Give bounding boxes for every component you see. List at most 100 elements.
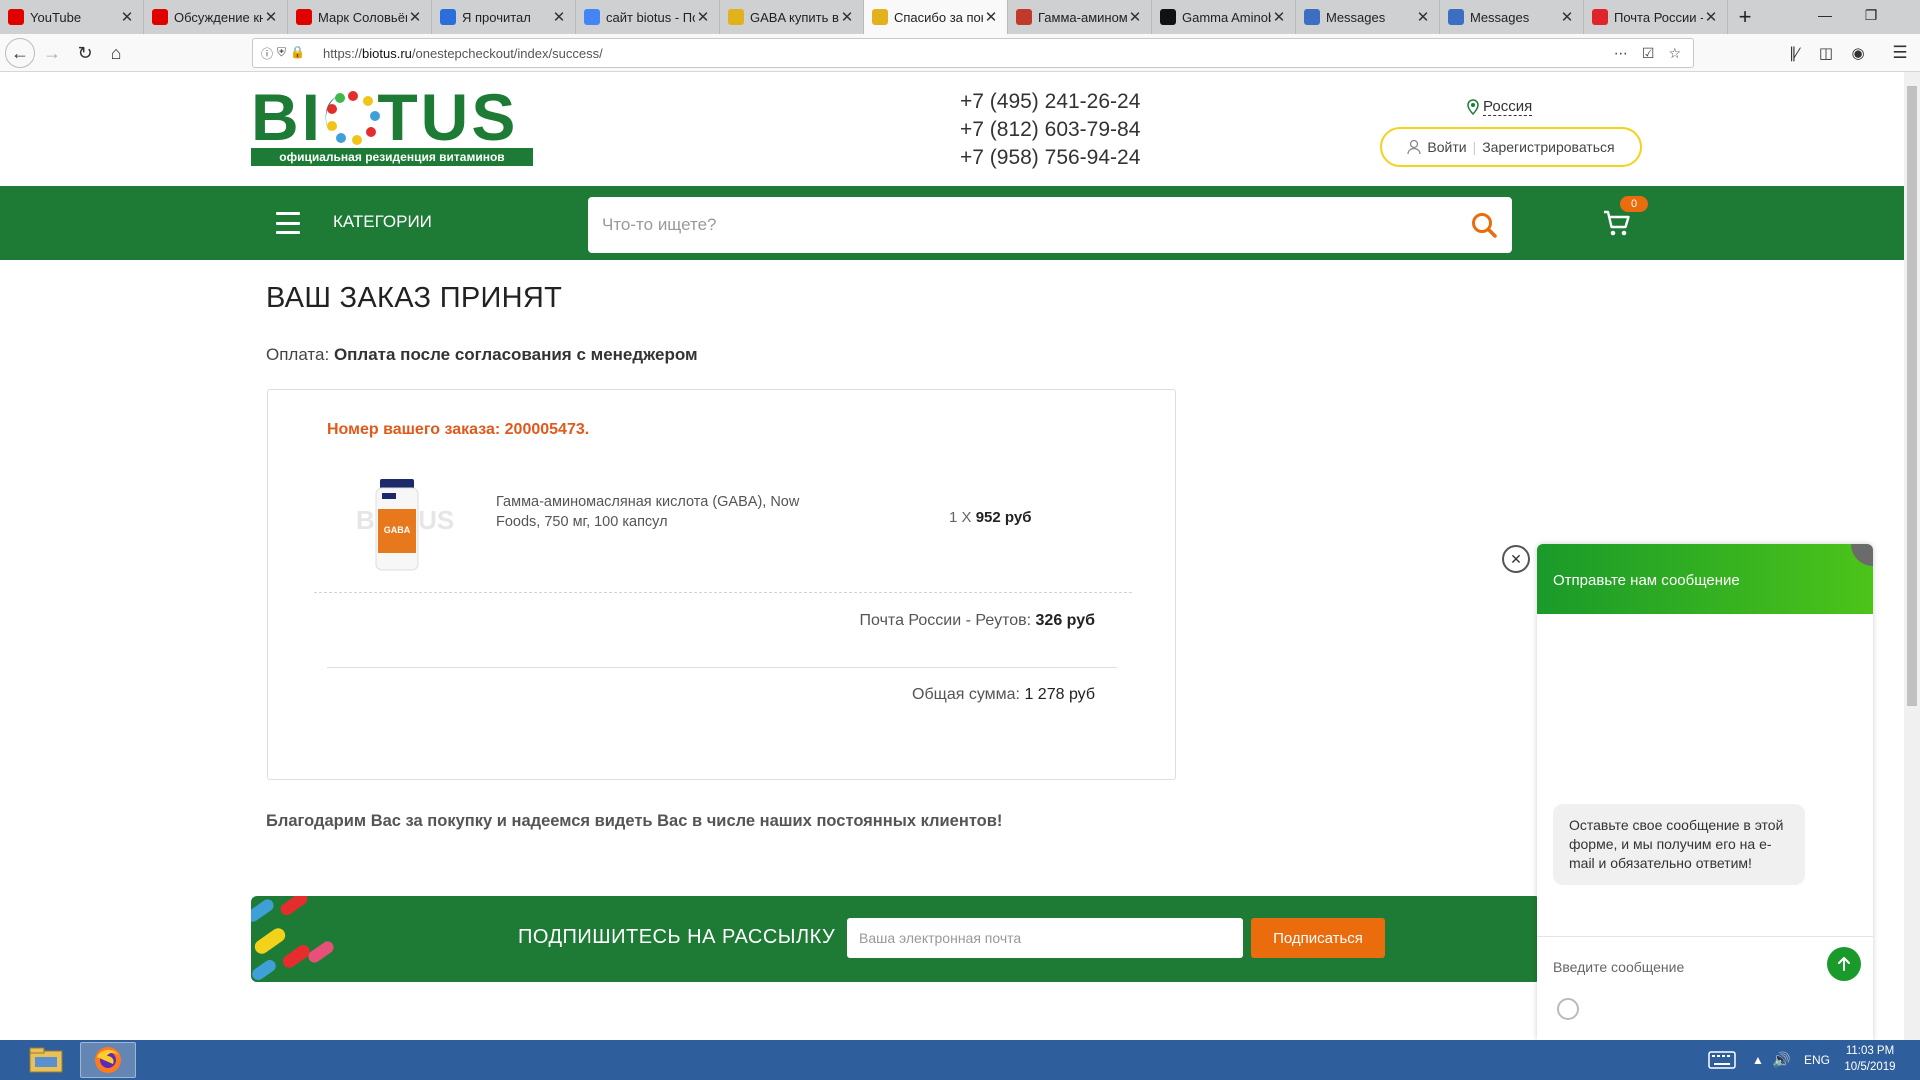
chat-corner-decoration xyxy=(1851,544,1873,566)
login-link[interactable]: Войти xyxy=(1427,139,1466,155)
subscribe-button[interactable]: Подписаться xyxy=(1251,918,1385,958)
url-path: /onestepcheckout/index/success/ xyxy=(411,45,603,61)
product-name[interactable]: Гамма-аминомасляная кислота (GABA), Now … xyxy=(496,492,836,532)
keyboard-icon[interactable] xyxy=(1708,1040,1736,1080)
shield-icon[interactable]: ⛨ xyxy=(277,45,286,62)
payment-value: Оплата после согласования с менеджером xyxy=(333,345,698,364)
browser-tab-label: Gamma Aminob xyxy=(1182,9,1271,25)
chat-header: Отправьте нам сообщение xyxy=(1537,544,1873,614)
pocket-icon[interactable]: ☑ xyxy=(1642,45,1655,62)
reload-icon[interactable]: ↻ xyxy=(71,39,99,67)
browser-tab[interactable]: Messages ✕ xyxy=(1296,0,1440,34)
examine-icon xyxy=(1160,9,1176,25)
chat-send-button[interactable] xyxy=(1827,947,1861,981)
emoji-icon[interactable] xyxy=(1557,998,1579,1020)
browser-tab-label: Я прочитал xyxy=(462,9,531,25)
tab-close-icon[interactable]: ✕ xyxy=(695,8,711,26)
home-icon[interactable]: ⌂ xyxy=(102,39,130,67)
browser-tab-label: Гамма-амином xyxy=(1038,9,1127,25)
url-text[interactable]: https://biotus.ru/onestepcheckout/index/… xyxy=(323,46,1614,61)
chat-message-input[interactable] xyxy=(1553,952,1813,982)
browser-tab-label: Марк Соловьёв xyxy=(318,9,407,25)
search-icon[interactable] xyxy=(1470,211,1498,239)
biotus-icon xyxy=(728,9,744,25)
page-actions-icon[interactable]: ⋯ xyxy=(1614,45,1628,62)
browser-tab[interactable]: YouTube ✕ xyxy=(0,0,144,34)
search-input[interactable] xyxy=(588,197,1448,253)
page-scrollbar[interactable] xyxy=(1904,72,1920,1040)
tab-close-icon[interactable]: ✕ xyxy=(263,8,279,26)
account-icon[interactable]: ◉ xyxy=(1844,39,1872,67)
newsletter-banner: ПОДПИШИТЕСЬ НА РАССЫЛКУ Подписаться xyxy=(251,896,1541,982)
browser-tab[interactable]: сайт biotus - По ✕ xyxy=(576,0,720,34)
forward-icon[interactable]: → xyxy=(38,39,66,67)
tab-close-icon[interactable]: ✕ xyxy=(1703,8,1719,26)
browser-tab[interactable]: Gamma Aminob ✕ xyxy=(1152,0,1296,34)
tab-close-icon[interactable]: ✕ xyxy=(551,8,567,26)
biotus-icon xyxy=(872,9,888,25)
back-icon[interactable]: ← xyxy=(5,38,35,68)
menu-icon[interactable]: ☰ xyxy=(1886,39,1914,67)
map-pin-icon xyxy=(1592,9,1608,25)
logo-ring-icon xyxy=(326,91,380,145)
browser-tab[interactable]: Гамма-амином ✕ xyxy=(1008,0,1152,34)
windows-taskbar: ▲ 🔊 ENG 11:03 PM 10/5/2019 xyxy=(0,1040,1920,1080)
browser-tab-label: GABA купить в xyxy=(750,9,839,25)
cart-icon[interactable] xyxy=(1602,208,1632,238)
biotus-logo[interactable]: BIOTUS официальная резиденция витаминов xyxy=(251,80,533,168)
phone-number[interactable]: +7 (812) 603-79-84 xyxy=(960,116,1140,144)
newsletter-email-input[interactable] xyxy=(847,918,1243,958)
browser-tab[interactable]: Марк Соловьёв ✕ xyxy=(288,0,432,34)
library-icon[interactable]: ∥∕ xyxy=(1780,39,1808,67)
scrollbar-thumb[interactable] xyxy=(1907,86,1917,706)
bookmark-star-icon[interactable]: ☆ xyxy=(1668,45,1681,62)
tab-strip: YouTube ✕ Обсуждение кн ✕ Марк Соловьёв ✕ Я пр… xyxy=(0,0,1728,34)
register-link[interactable]: Зарегистрироваться xyxy=(1482,139,1614,155)
language-indicator[interactable]: ENG xyxy=(1804,1040,1830,1080)
hamburger-menu-icon[interactable] xyxy=(276,212,300,234)
tab-close-icon[interactable]: ✕ xyxy=(839,8,855,26)
browser-tab[interactable]: GABA купить в ✕ xyxy=(720,0,864,34)
chat-close-icon[interactable]: ✕ xyxy=(1502,545,1530,573)
address-bar[interactable]: ⓘ ⛨ 🔒 https://biotus.ru/onestepcheckout/… xyxy=(252,38,1694,68)
site-info-icons[interactable]: ⓘ ⛨ 🔒 xyxy=(253,45,323,62)
chat-header-title: Отправьте нам сообщение xyxy=(1553,572,1740,589)
categories-button[interactable]: КАТЕГОРИИ xyxy=(333,212,432,232)
volume-icon[interactable]: 🔊 xyxy=(1772,1040,1791,1080)
browser-tab[interactable]: Почта России - ✕ xyxy=(1584,0,1728,34)
tab-close-icon[interactable]: ✕ xyxy=(119,8,135,26)
file-explorer-icon[interactable] xyxy=(18,1042,74,1078)
product-image[interactable]: BIOTUS GABA xyxy=(338,477,458,577)
new-tab-button[interactable]: + xyxy=(1728,0,1762,34)
tab-close-icon[interactable]: ✕ xyxy=(407,8,423,26)
tab-close-icon[interactable]: ✕ xyxy=(1559,8,1575,26)
tab-close-icon[interactable]: ✕ xyxy=(1271,8,1287,26)
delivery-price: 326 руб xyxy=(1035,612,1095,629)
firefox-taskbar-icon[interactable] xyxy=(80,1042,136,1078)
browser-tab[interactable]: Обсуждение кн ✕ xyxy=(144,0,288,34)
minimize-icon[interactable]: — xyxy=(1802,0,1848,30)
logo-wordmark: BIOTUS xyxy=(251,80,519,154)
logo-subtitle: официальная резиденция витаминов xyxy=(251,148,533,166)
browser-tab[interactable]: Я прочитал ✕ xyxy=(432,0,576,34)
clock-date: 10/5/2019 xyxy=(1844,1061,1896,1073)
restore-icon[interactable]: ❐ xyxy=(1848,0,1894,30)
order-summary-card: Номер вашего заказа: 200005473. BIOTUS G… xyxy=(267,389,1176,780)
region-selector[interactable]: Россия xyxy=(1467,98,1533,116)
thank-you-message: Благодарим Вас за покупку и надеемся вид… xyxy=(266,812,1003,830)
phone-number[interactable]: +7 (958) 756-94-24 xyxy=(960,144,1140,172)
lock-icon[interactable]: 🔒 xyxy=(290,45,305,62)
tray-expand-icon[interactable]: ▲ xyxy=(1752,1040,1764,1080)
tab-close-icon[interactable]: ✕ xyxy=(983,8,999,26)
tab-close-icon[interactable]: ✕ xyxy=(1127,8,1143,26)
product-qty-price: 1 X 952 руб xyxy=(949,509,1031,526)
browser-tab[interactable]: Спасибо за пок ✕ xyxy=(864,0,1008,34)
phone-number[interactable]: +7 (495) 241-26-24 xyxy=(960,88,1140,116)
auth-box: Войти | Зарегистрироваться xyxy=(1380,127,1642,167)
browser-tab[interactable]: Messages ✕ xyxy=(1440,0,1584,34)
info-icon[interactable]: ⓘ xyxy=(261,45,273,62)
sidebar-icon[interactable]: ◫ xyxy=(1812,39,1840,67)
tab-close-icon[interactable]: ✕ xyxy=(1415,8,1431,26)
page-title: ВАШ ЗАКАЗ ПРИНЯТ xyxy=(266,282,563,314)
system-clock[interactable]: 11:03 PM 10/5/2019 xyxy=(1830,1043,1910,1075)
